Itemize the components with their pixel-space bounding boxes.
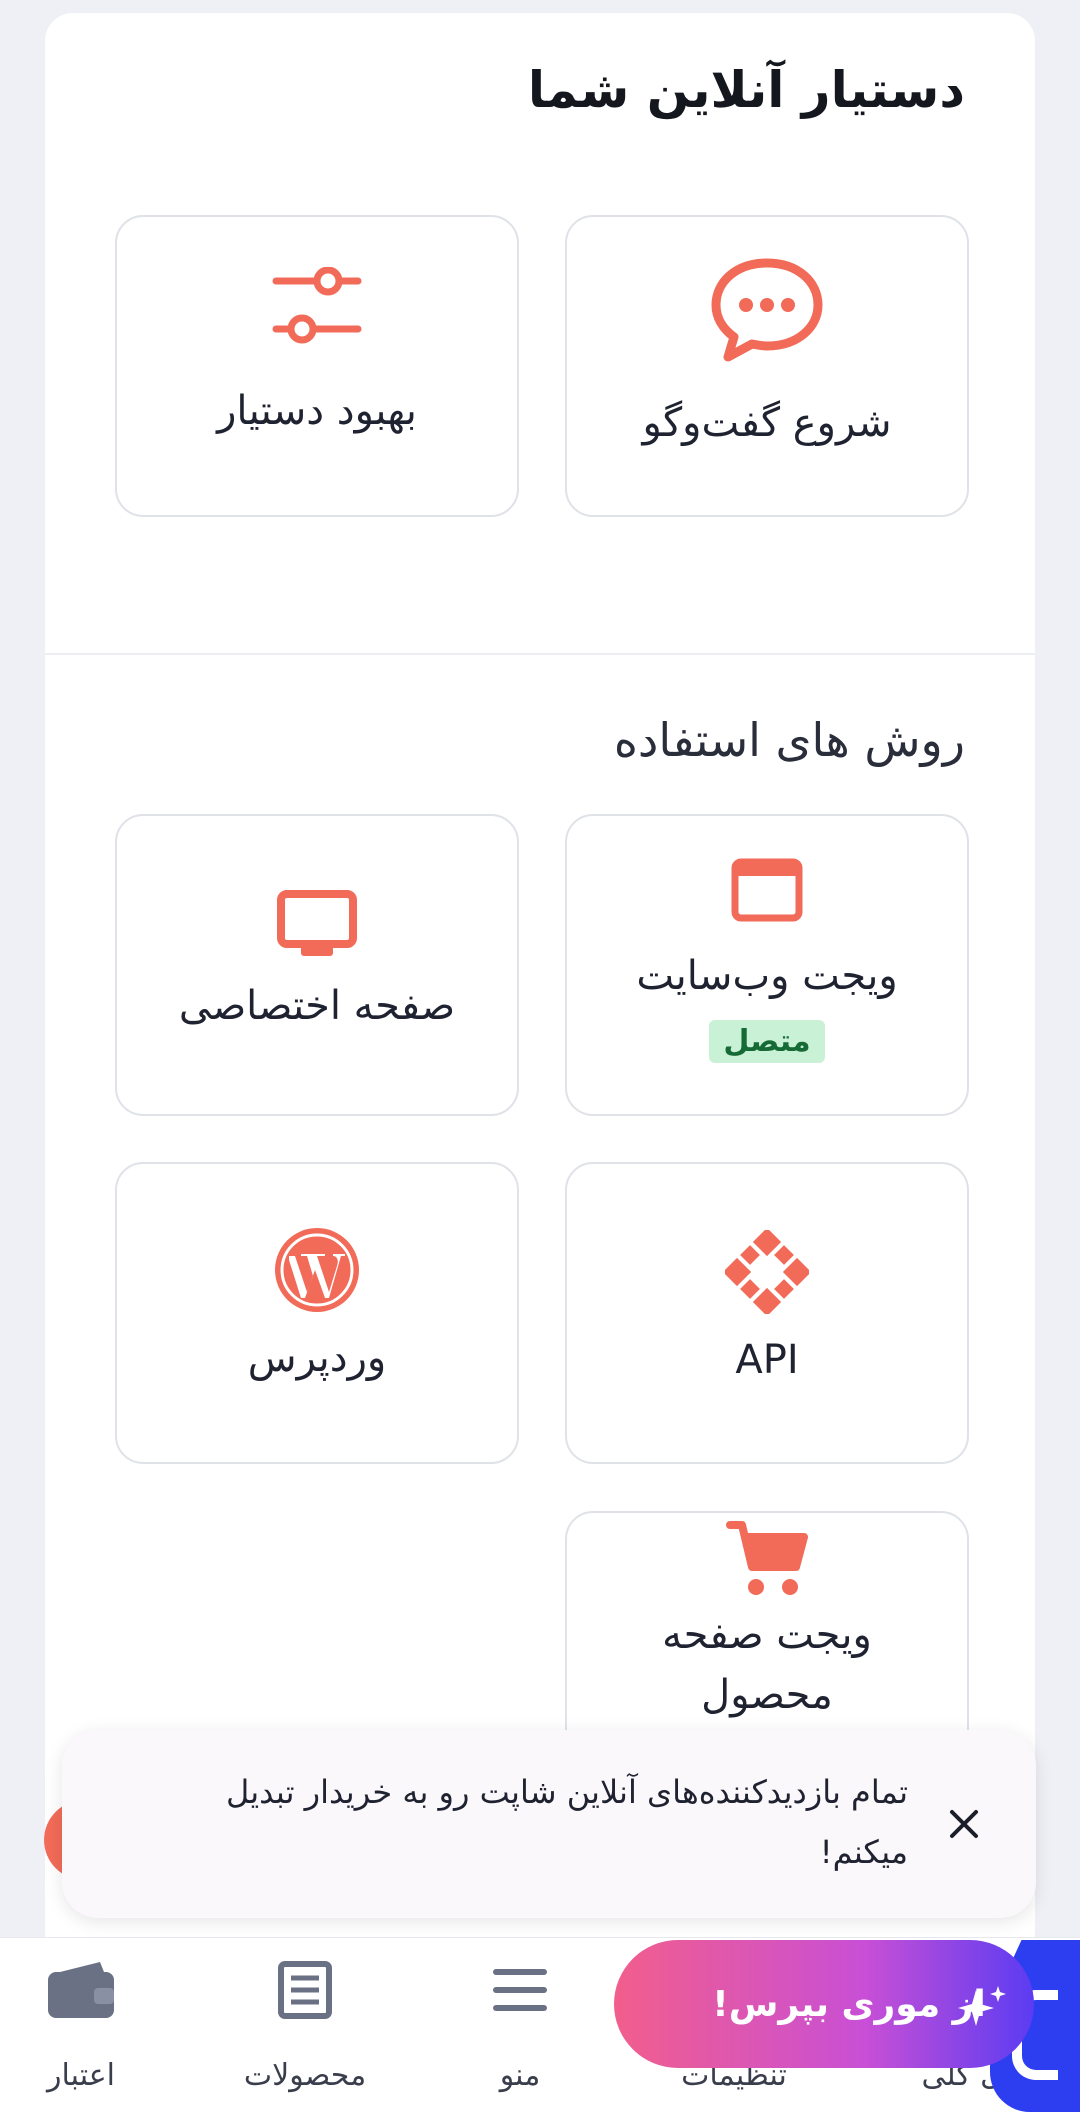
api-diamond-icon	[725, 1230, 809, 1314]
nav-menu-label: منو	[499, 2058, 541, 2093]
nav-products-label: محصولات	[243, 2058, 367, 2093]
promo-toast: تمام بازدیدکننده‌های آنلاین شاپت رو به خ…	[62, 1730, 1036, 1918]
usage-title: روش های استفاده	[613, 713, 965, 767]
dedicated-page-label: صفحه اختصاصی	[178, 983, 456, 1029]
api-label: API	[735, 1337, 799, 1383]
section-divider	[45, 653, 1035, 655]
wordpress-label: وردپرس	[247, 1335, 387, 1381]
browser-window-icon	[731, 858, 803, 922]
product-widget-label: ویجت صفحه محصول	[662, 1612, 872, 1718]
ask-mori-button[interactable]: از موری بپرس!	[614, 1940, 1034, 2068]
nav-credit[interactable]: اعتبار	[6, 1938, 156, 2112]
sliders-icon	[272, 267, 362, 347]
dedicated-page-tile[interactable]: صفحه اختصاصی	[115, 814, 519, 1116]
nav-credit-label: اعتبار	[47, 2058, 115, 2093]
wallet-icon	[46, 1960, 116, 2024]
website-widget-tile[interactable]: ویجت وب‌سایت متصل	[565, 814, 969, 1116]
products-icon	[277, 1960, 333, 2024]
toast-message: تمام بازدیدکننده‌های آنلاین شاپت رو به خ…	[225, 1773, 908, 1871]
cart-icon	[726, 1519, 808, 1599]
ask-mori-label: از موری بپرس!	[712, 1983, 986, 2025]
website-widget-label: ویجت وب‌سایت	[636, 953, 898, 999]
connected-badge: متصل	[709, 1020, 825, 1063]
menu-icon	[490, 1960, 550, 2024]
assistant-title: دستیار آنلاین شما	[527, 61, 965, 119]
monitor-icon	[277, 890, 357, 958]
wordpress-tile[interactable]: وردپرس	[115, 1162, 519, 1464]
improve-assistant-tile[interactable]: بهبود دستیار	[115, 215, 519, 517]
close-icon[interactable]	[942, 1802, 986, 1846]
wordpress-icon	[273, 1226, 361, 1314]
api-tile[interactable]: API	[565, 1162, 969, 1464]
start-chat-tile[interactable]: شروع گفت‌وگو	[565, 215, 969, 517]
improve-assistant-label: بهبود دستیار	[217, 388, 417, 434]
nav-menu[interactable]: منو	[440, 1938, 600, 2112]
nav-products[interactable]: محصولات	[225, 1938, 385, 2112]
sparkle-icon	[958, 1986, 1008, 2034]
start-chat-label: شروع گفت‌وگو	[642, 400, 892, 446]
chat-bubble-icon	[708, 255, 826, 365]
